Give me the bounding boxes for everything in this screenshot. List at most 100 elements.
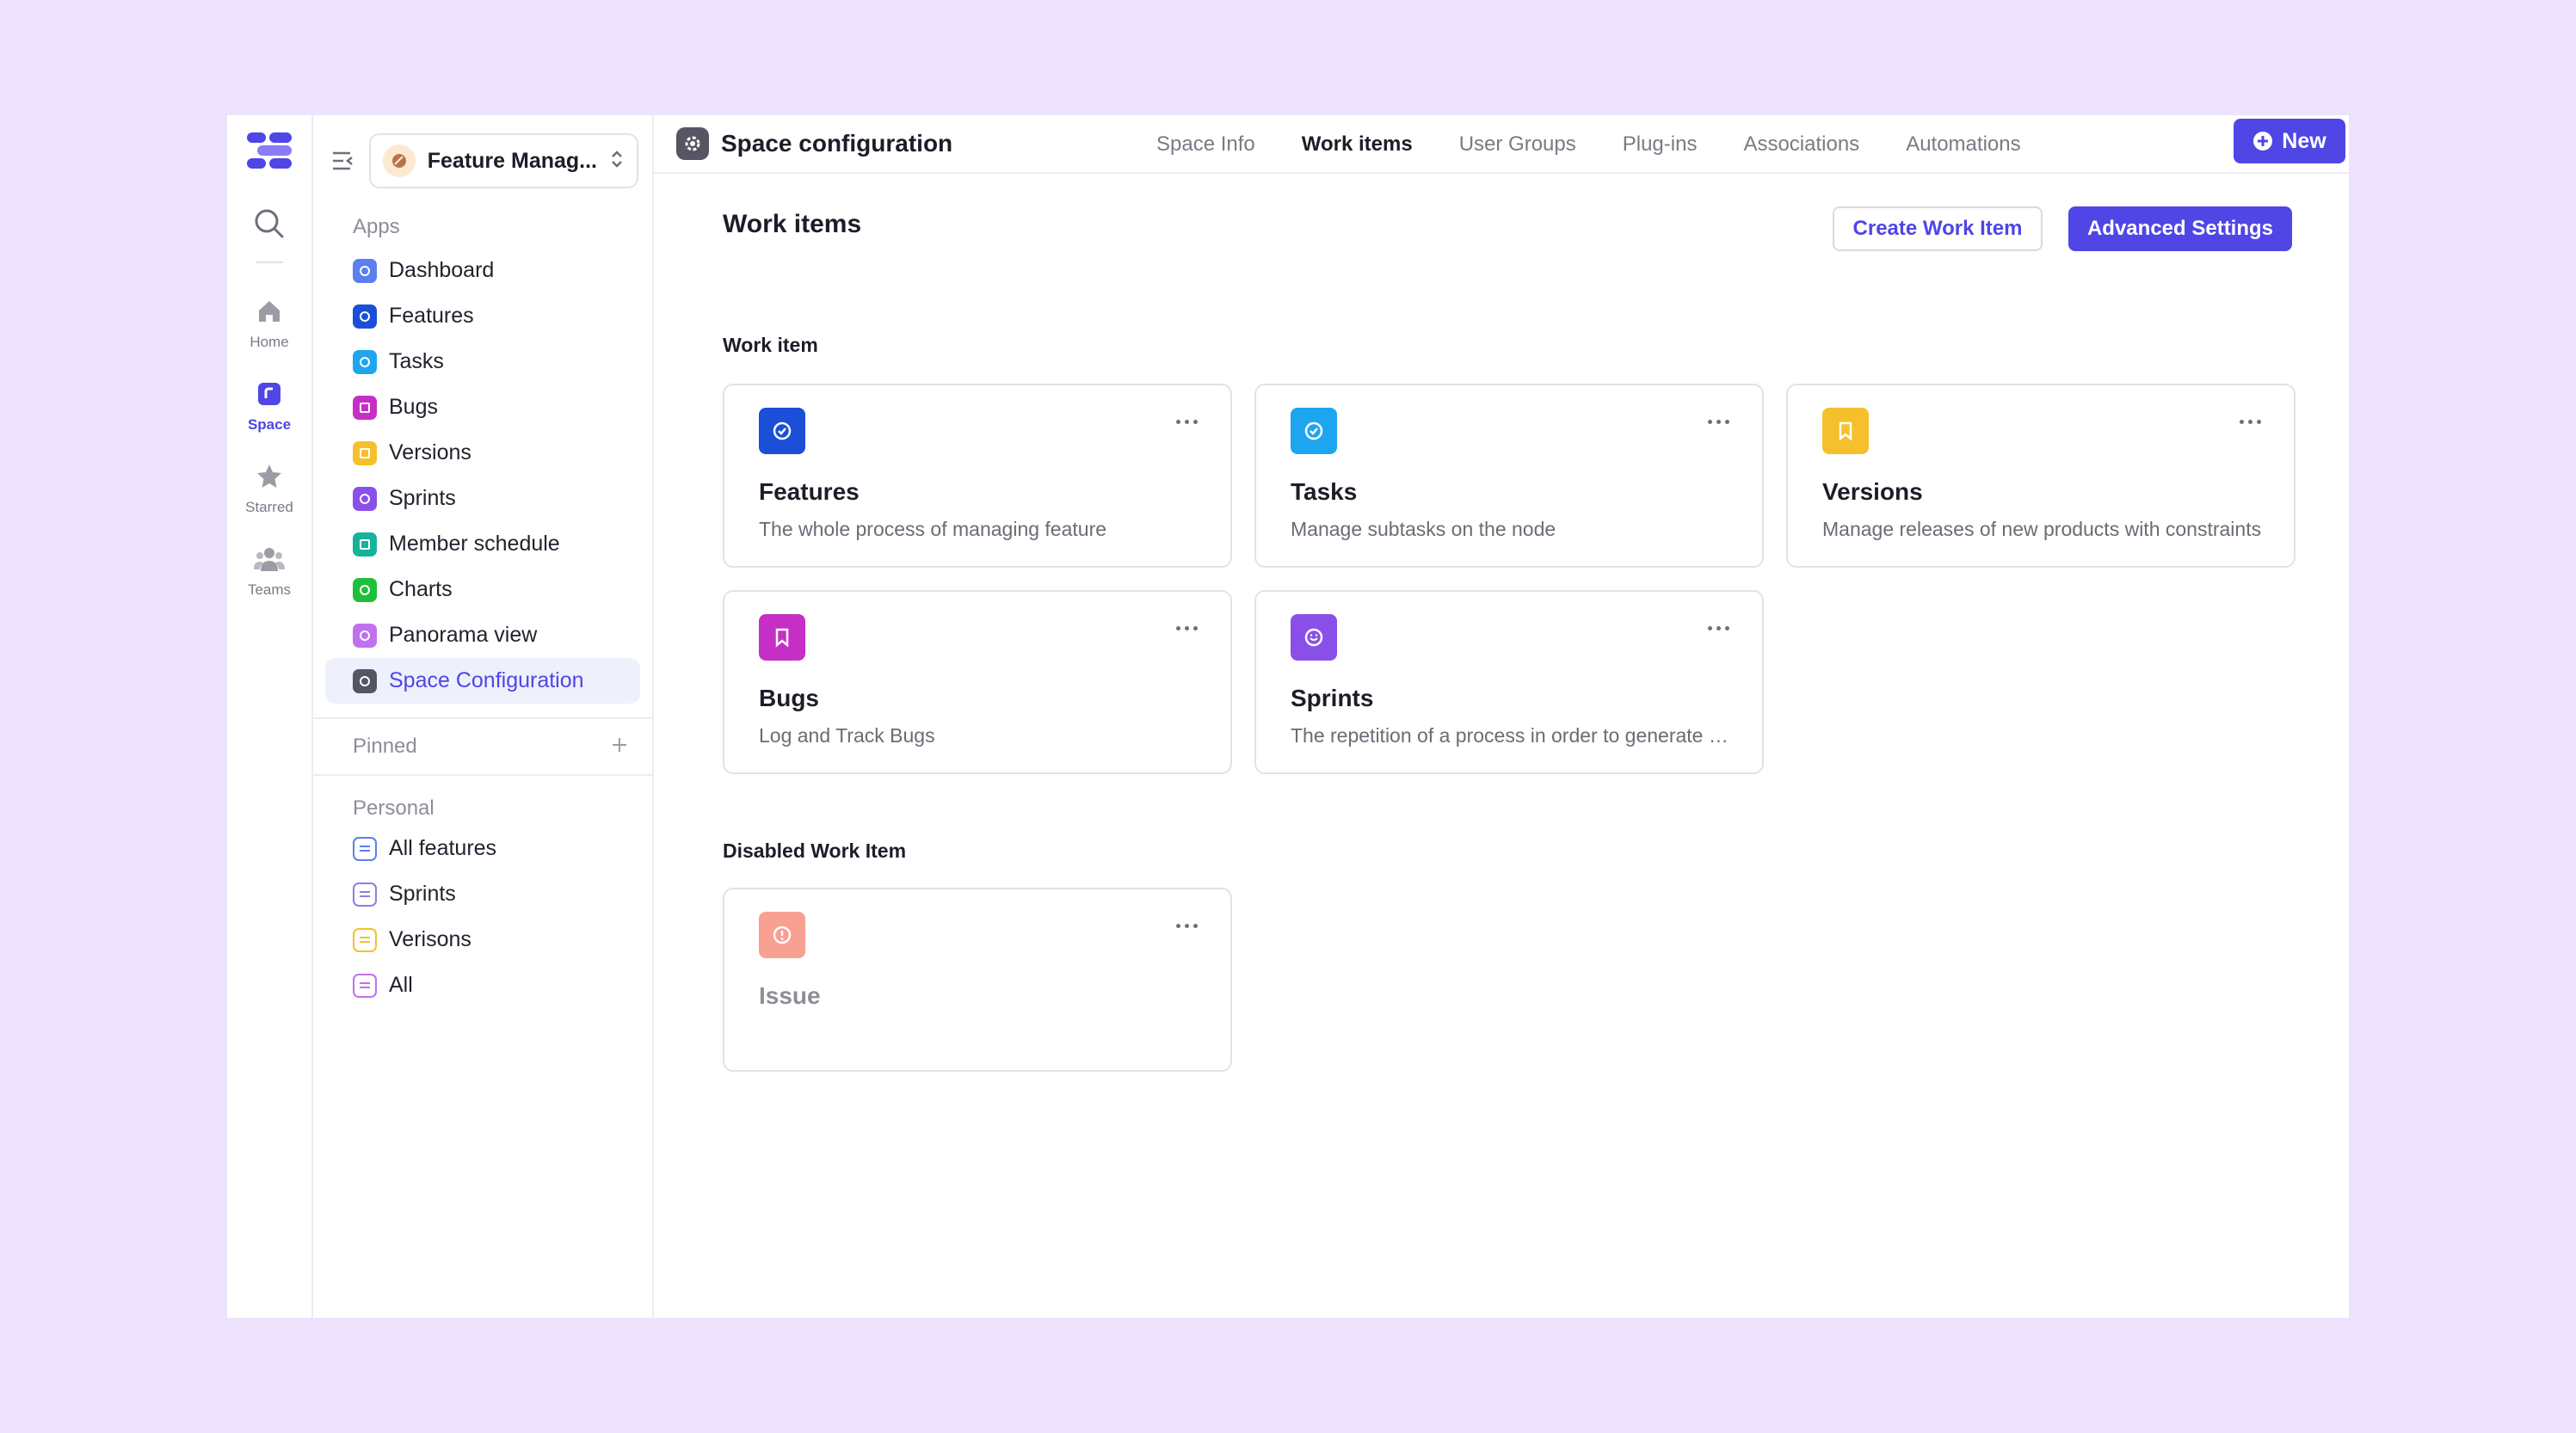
personal-item-label: All: [389, 973, 413, 997]
sidebar-item-space-configuration[interactable]: Space Configuration: [325, 658, 640, 704]
collapse-sidebar-icon[interactable]: [329, 145, 359, 176]
dashboard-icon: [353, 258, 377, 283]
sidebar-item-label: Sprints: [389, 486, 456, 510]
list-icon: [353, 973, 377, 998]
personal-section-label: Personal: [353, 796, 434, 820]
sidebar-item-sprints[interactable]: Sprints: [325, 476, 640, 521]
more-options-icon[interactable]: [2240, 420, 2261, 424]
panorama-icon: [353, 623, 377, 648]
more-options-icon[interactable]: [1176, 420, 1198, 424]
global-rail: Home Space Starred Teams: [227, 115, 313, 1318]
personal-item-label: All features: [389, 836, 497, 860]
more-options-icon[interactable]: [1176, 924, 1198, 928]
tab-automations[interactable]: Automations: [1906, 132, 2020, 157]
tab-associations[interactable]: Associations: [1743, 132, 1859, 157]
disabled-group-label: Disabled Work Item: [723, 840, 907, 862]
tab-plug-ins[interactable]: Plug-ins: [1623, 132, 1698, 157]
personal-item-all[interactable]: All: [325, 963, 640, 1008]
sidebar-item-label: Member schedule: [389, 532, 560, 556]
more-options-icon[interactable]: [1708, 420, 1729, 424]
personal-item-label: Sprints: [389, 882, 456, 906]
sidebar-item-label: Bugs: [389, 395, 438, 419]
card-title: Tasks: [1291, 478, 1358, 505]
rail-home[interactable]: Home: [250, 294, 289, 351]
more-options-icon[interactable]: [1176, 626, 1198, 630]
app-logo[interactable]: [247, 132, 292, 169]
work-item-card-sprints[interactable]: Sprints The repetition of a process in o…: [1254, 590, 1764, 774]
personal-item-label: Verisons: [389, 927, 471, 951]
card-description: Log and Track Bugs: [759, 724, 935, 747]
project-name: Feature Manag...: [427, 148, 597, 173]
rail-teams-label: Teams: [247, 581, 292, 598]
more-options-icon[interactable]: [1708, 626, 1729, 630]
work-item-card-tasks[interactable]: Tasks Manage subtasks on the node: [1254, 384, 1764, 568]
schedule-icon: [353, 532, 377, 557]
sidebar-item-member-schedule[interactable]: Member schedule: [325, 521, 640, 567]
bugs-icon: [353, 395, 377, 420]
personal-item-all-features[interactable]: All features: [325, 826, 640, 871]
search-icon[interactable]: [250, 205, 288, 243]
work-item-card-features[interactable]: Features The whole process of managing f…: [723, 384, 1232, 568]
tab-work-items[interactable]: Work items: [1302, 132, 1413, 157]
charts-icon: [353, 577, 377, 602]
gear-icon: [353, 668, 377, 693]
rail-home-label: Home: [250, 334, 289, 350]
sidebar-item-dashboard[interactable]: Dashboard: [325, 248, 640, 293]
rail-starred[interactable]: Starred: [245, 459, 293, 516]
space-icon: [252, 377, 287, 411]
personal-item-verisons[interactable]: Verisons: [325, 917, 640, 963]
list-icon: [353, 836, 377, 861]
versions-icon: [353, 440, 377, 465]
tab-user-groups[interactable]: User Groups: [1459, 132, 1576, 157]
sidebar-item-label: Charts: [389, 577, 453, 601]
section-title: Work items: [723, 210, 862, 238]
star-icon: [252, 459, 287, 494]
sidebar-item-bugs[interactable]: Bugs: [325, 384, 640, 430]
rail-divider: [256, 261, 283, 263]
card-title: Bugs: [759, 685, 819, 711]
work-item-card-issue[interactable]: Issue: [723, 888, 1232, 1072]
project-switcher[interactable]: Feature Manag...: [368, 133, 638, 188]
card-description: The whole process of managing feature: [759, 518, 1107, 540]
rail-space[interactable]: Space: [248, 377, 291, 434]
features-icon: [353, 304, 377, 329]
sidebar-item-versions[interactable]: Versions: [325, 430, 640, 476]
new-button[interactable]: New: [2234, 119, 2345, 163]
add-pinned-icon[interactable]: [611, 736, 628, 758]
sidebar-item-label: Tasks: [389, 349, 444, 373]
gear-icon: [676, 127, 709, 160]
rail-starred-label: Starred: [245, 499, 293, 515]
space-sidebar: Feature Manag... Apps Dashboard Features…: [313, 115, 654, 1318]
sidebar-item-charts[interactable]: Charts: [325, 567, 640, 612]
advanced-settings-button[interactable]: Advanced Settings: [2068, 206, 2292, 251]
work-item-card-versions[interactable]: Versions Manage releases of new products…: [1786, 384, 2296, 568]
team-icon: [252, 542, 287, 576]
personal-list: All features Sprints Verisons All: [313, 826, 652, 1008]
config-tabs: Space Info Work items User Groups Plug-i…: [1156, 115, 2021, 174]
work-item-card-bugs[interactable]: Bugs Log and Track Bugs: [723, 590, 1232, 774]
tab-space-info[interactable]: Space Info: [1156, 132, 1255, 157]
bookmark-icon: [1822, 408, 1869, 454]
sidebar-item-features[interactable]: Features: [325, 293, 640, 339]
create-work-item-button[interactable]: Create Work Item: [1833, 206, 2043, 251]
new-button-label: New: [2282, 128, 2326, 153]
sidebar-item-label: Panorama view: [389, 623, 538, 647]
check-circle-icon: [759, 408, 805, 454]
rail-space-label: Space: [247, 416, 292, 433]
personal-item-sprints[interactable]: Sprints: [325, 871, 640, 917]
sidebar-item-tasks[interactable]: Tasks: [325, 339, 640, 384]
work-item-group-label: Work item: [723, 334, 818, 356]
smile-icon: [1291, 614, 1337, 661]
card-title: Issue: [759, 982, 821, 1009]
tasks-icon: [353, 349, 377, 374]
sidebar-item-panorama-view[interactable]: Panorama view: [325, 612, 640, 658]
sidebar-item-label: Versions: [389, 440, 471, 464]
card-title: Sprints: [1291, 685, 1374, 711]
pinned-section-label: Pinned: [353, 735, 417, 758]
page-title: Space configuration: [721, 130, 953, 157]
list-icon: [353, 927, 377, 952]
card-title: Versions: [1822, 478, 1923, 505]
rail-teams[interactable]: Teams: [248, 542, 291, 599]
sidebar-divider: [313, 717, 652, 719]
app-window: Home Space Starred Teams Feature Manag..…: [227, 115, 2349, 1318]
